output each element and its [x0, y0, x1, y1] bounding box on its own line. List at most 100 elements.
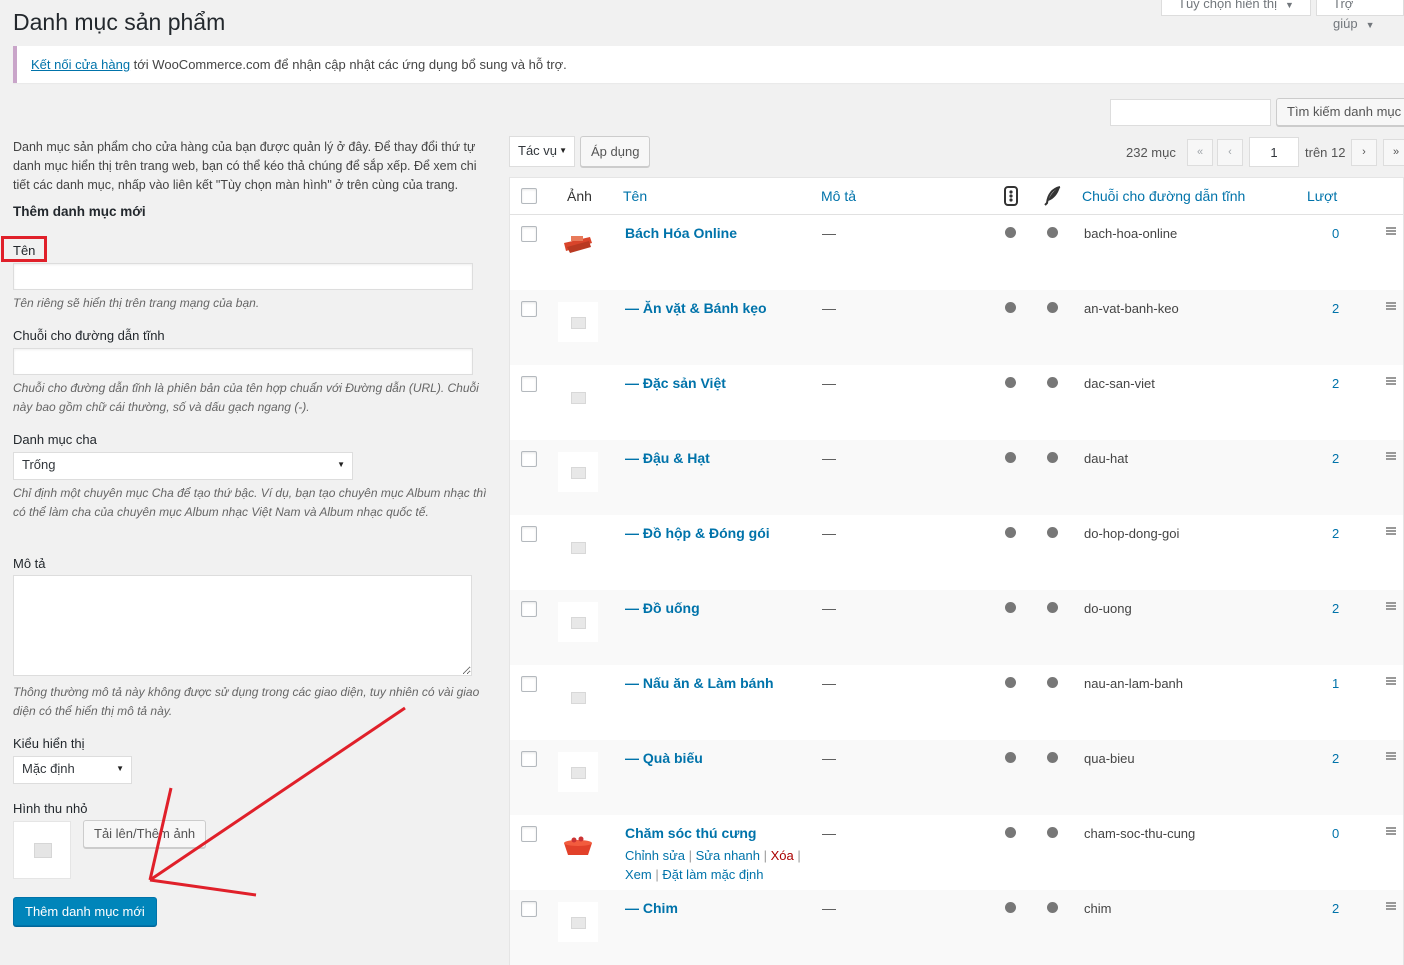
category-name-link[interactable]: — Đậu & Hạt: [625, 450, 710, 466]
category-name-link[interactable]: — Nấu ăn & Làm bánh: [625, 675, 774, 691]
row-checkbox[interactable]: [521, 451, 537, 467]
category-count-link[interactable]: 1: [1332, 676, 1339, 691]
image-placeholder-icon: [571, 467, 586, 479]
status-dot[interactable]: [1005, 377, 1016, 388]
column-slug-sort[interactable]: Chuỗi cho đường dẫn tĩnh: [1082, 188, 1245, 204]
status-dot[interactable]: [1005, 452, 1016, 463]
status-dot[interactable]: [1047, 452, 1058, 463]
apply-button[interactable]: Áp dụng: [580, 136, 651, 167]
thumbnail-preview: [13, 821, 71, 879]
slug-input[interactable]: [13, 348, 473, 375]
category-thumbnail: [558, 827, 598, 867]
status-dot[interactable]: [1005, 302, 1016, 313]
status-dot[interactable]: [1005, 902, 1016, 913]
view-link[interactable]: Xem: [625, 867, 652, 882]
name-input[interactable]: [13, 263, 473, 290]
display-type-select[interactable]: Mặc định ▼: [13, 756, 132, 784]
category-count-link[interactable]: 2: [1332, 376, 1339, 391]
status-dot[interactable]: [1047, 302, 1058, 313]
next-page-button[interactable]: ›: [1351, 139, 1377, 166]
table-header: Ảnh Tên Mô tả Chuỗi cho đường dẫn tĩnh L…: [510, 178, 1403, 215]
drag-handle-icon[interactable]: [1386, 752, 1396, 760]
status-dot[interactable]: [1047, 377, 1058, 388]
status-dot[interactable]: [1047, 227, 1058, 238]
status-dot[interactable]: [1047, 827, 1058, 838]
connect-store-link[interactable]: Kết nối cửa hàng: [31, 57, 130, 72]
row-checkbox[interactable]: [521, 826, 537, 842]
row-checkbox[interactable]: [521, 601, 537, 617]
status-dot[interactable]: [1047, 752, 1058, 763]
delete-link[interactable]: Xóa: [771, 848, 794, 863]
status-dot[interactable]: [1047, 677, 1058, 688]
category-name-link[interactable]: — Chim: [625, 900, 678, 916]
column-description-sort[interactable]: Mô tả: [821, 188, 856, 204]
drag-handle-icon[interactable]: [1386, 527, 1396, 535]
description-textarea[interactable]: [13, 575, 472, 676]
category-name-link[interactable]: Chăm sóc thú cưng: [625, 825, 756, 841]
row-checkbox[interactable]: [521, 376, 537, 392]
help-tab[interactable]: Trợ giúp ▼: [1316, 0, 1404, 31]
category-count-link[interactable]: 2: [1332, 526, 1339, 541]
category-name-link[interactable]: — Đồ uống: [625, 600, 700, 616]
status-dot[interactable]: [1005, 827, 1016, 838]
category-name-link[interactable]: — Ăn vặt & Bánh kẹo: [625, 300, 767, 316]
row-checkbox[interactable]: [521, 301, 537, 317]
category-name-link[interactable]: — Quà biếu: [625, 750, 703, 766]
search-categories-button[interactable]: Tìm kiếm danh mục: [1276, 98, 1404, 126]
status-dot[interactable]: [1005, 752, 1016, 763]
drag-handle-icon[interactable]: [1386, 377, 1396, 385]
drag-handle-icon[interactable]: [1386, 227, 1396, 235]
make-default-link[interactable]: Đặt làm mặc định: [662, 867, 763, 882]
add-category-submit-button[interactable]: Thêm danh mục mới: [13, 897, 157, 926]
quick-edit-link[interactable]: Sửa nhanh: [696, 848, 760, 863]
status-dot[interactable]: [1047, 602, 1058, 613]
status-dot[interactable]: [1047, 902, 1058, 913]
category-name-link[interactable]: — Đồ hộp & Đóng gói: [625, 525, 770, 541]
screen-options-label: Tùy chọn hiển thị: [1178, 0, 1278, 11]
column-name-sort[interactable]: Tên: [623, 188, 647, 204]
screen-options-tab[interactable]: Tùy chọn hiển thị ▼: [1161, 0, 1311, 16]
category-slug: dau-hat: [1084, 451, 1129, 466]
parent-select[interactable]: Trống ▼: [13, 452, 353, 480]
category-count-link[interactable]: 2: [1332, 601, 1339, 616]
status-dot[interactable]: [1005, 677, 1016, 688]
bulk-action-select[interactable]: Tác vụ ▼: [509, 136, 575, 167]
row-checkbox[interactable]: [521, 226, 537, 242]
first-page-button[interactable]: «: [1187, 139, 1213, 166]
image-placeholder-icon: [571, 767, 586, 779]
category-name-link[interactable]: — Đặc sản Việt: [625, 375, 726, 391]
row-checkbox[interactable]: [521, 901, 537, 917]
drag-handle-icon[interactable]: [1386, 677, 1396, 685]
edit-link[interactable]: Chỉnh sửa: [625, 848, 685, 863]
drag-handle-icon[interactable]: [1386, 902, 1396, 910]
current-page-input[interactable]: [1249, 137, 1299, 167]
category-description: —: [822, 300, 836, 316]
category-count-link[interactable]: 0: [1332, 226, 1339, 241]
category-count-link[interactable]: 0: [1332, 826, 1339, 841]
last-page-button[interactable]: »: [1383, 139, 1404, 166]
row-checkbox[interactable]: [521, 751, 537, 767]
upload-image-button[interactable]: Tải lên/Thêm ảnh: [83, 820, 207, 848]
feather-column-icon: [1044, 186, 1062, 209]
image-placeholder-icon: [571, 917, 586, 929]
drag-handle-icon[interactable]: [1386, 827, 1396, 835]
row-checkbox[interactable]: [521, 676, 537, 692]
category-count-link[interactable]: 2: [1332, 751, 1339, 766]
select-all-checkbox[interactable]: [521, 188, 537, 204]
category-name-link[interactable]: Bách Hóa Online: [625, 225, 737, 241]
drag-handle-icon[interactable]: [1386, 602, 1396, 610]
category-count-link[interactable]: 2: [1332, 301, 1339, 316]
status-dot[interactable]: [1005, 602, 1016, 613]
category-count-link[interactable]: 2: [1332, 451, 1339, 466]
drag-handle-icon[interactable]: [1386, 302, 1396, 310]
status-dot[interactable]: [1005, 227, 1016, 238]
status-dot[interactable]: [1047, 527, 1058, 538]
parent-hint: Chỉ định một chuyên mục Cha để tạo thứ b…: [13, 486, 487, 519]
drag-handle-icon[interactable]: [1386, 452, 1396, 460]
status-dot[interactable]: [1005, 527, 1016, 538]
column-count-sort[interactable]: Lượt: [1307, 188, 1337, 204]
category-count-link[interactable]: 2: [1332, 901, 1339, 916]
row-checkbox[interactable]: [521, 526, 537, 542]
prev-page-button[interactable]: ‹: [1217, 139, 1243, 166]
search-input[interactable]: [1110, 99, 1271, 126]
